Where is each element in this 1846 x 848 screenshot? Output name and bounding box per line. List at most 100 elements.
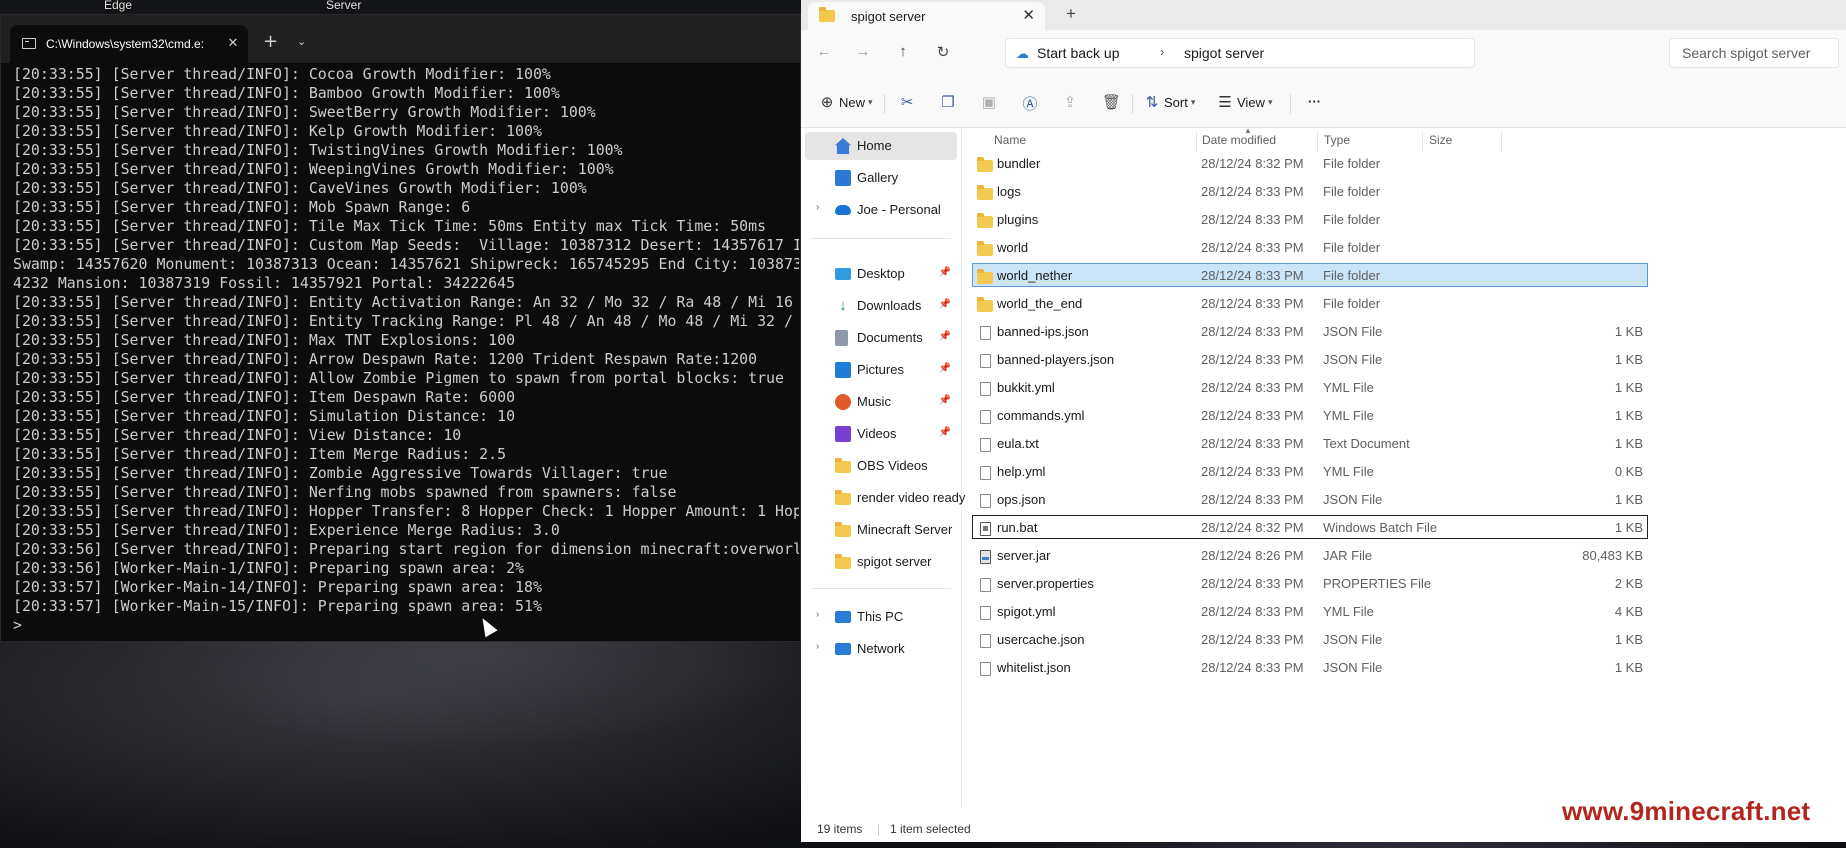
close-tab-icon[interactable]: ✕ [224, 34, 242, 52]
file-date-modified: 28/12/24 8:33 PM [1201, 212, 1304, 227]
file-row[interactable]: server.jar 28/12/24 8:26 PM JAR File 80,483… [972, 543, 1648, 567]
sidebar-item-videos[interactable]: Videos 📌 [805, 420, 957, 448]
file-row[interactable]: ops.json 28/12/24 8:33 PM JSON File 1 KB [972, 487, 1648, 511]
file-row[interactable]: plugins 28/12/24 8:33 PM File folder [972, 207, 1648, 231]
view-button[interactable]: ☰ View ▾ [1216, 93, 1272, 113]
file-row[interactable]: usercache.json 28/12/24 8:33 PM JSON File 1… [972, 627, 1648, 651]
file-row[interactable]: eula.txt 28/12/24 8:33 PM Text Document 1 K… [972, 431, 1648, 455]
file-row[interactable]: banned-ips.json 28/12/24 8:33 PM JSON File… [972, 319, 1648, 343]
file-icon [977, 381, 993, 396]
search-input[interactable]: Search spigot server [1669, 38, 1839, 68]
sidebar-item-downloads[interactable]: ↓ Downloads 📌 [805, 292, 957, 320]
sidebar-item-network[interactable]: › Network [805, 635, 957, 663]
chevron-right-icon[interactable]: › [816, 641, 819, 652]
terminal-window: C:\Windows\system32\cmd.e: ✕ + ⌄ [20:33:… [0, 14, 801, 642]
rename-button[interactable]: Ⓐ [1021, 93, 1039, 113]
column-divider [1196, 132, 1197, 152]
file-type: YML File [1323, 464, 1374, 479]
file-row[interactable]: help.yml 28/12/24 8:33 PM YML File 0 KB [972, 459, 1648, 483]
breadcrumb[interactable]: ☁ Start back up › spigot server [1005, 38, 1475, 68]
file-row[interactable]: commands.yml 28/12/24 8:33 PM YML File 1 KB [972, 403, 1648, 427]
desktop-icon-label-edge[interactable]: Edge [104, 0, 132, 12]
sidebar-item-onedrive[interactable]: › Joe - Personal [805, 196, 957, 224]
file-name: ops.json [997, 492, 1046, 507]
file-row[interactable]: world_the_end 28/12/24 8:33 PM File folder [972, 291, 1648, 315]
file-type: JSON File [1323, 352, 1383, 367]
column-header-size[interactable]: Size [1429, 133, 1452, 151]
terminal-output[interactable]: [20:33:55] [Server thread/INFO]: Cocoa G… [13, 65, 799, 639]
sidebar-item-pictures[interactable]: Pictures 📌 [805, 356, 957, 384]
file-row[interactable]: banned-players.json 28/12/24 8:33 PM JSON … [972, 347, 1648, 371]
paste-button[interactable]: ▣ [980, 93, 998, 113]
close-tab-icon[interactable]: ✕ [1022, 6, 1035, 24]
forward-arrow-icon[interactable]: → [853, 43, 873, 60]
more-options-button[interactable]: ··· [1305, 93, 1321, 113]
pin-icon: 📌 [938, 331, 951, 342]
chevron-right-icon[interactable]: › [816, 609, 819, 620]
file-row[interactable]: spigot.yml 28/12/24 8:33 PM YML File 4 KB [972, 599, 1648, 623]
refresh-icon[interactable]: ↻ [933, 43, 953, 61]
new-tab-plus-icon[interactable]: + [263, 33, 278, 51]
breadcrumb-spigot-server[interactable]: spigot server [1184, 45, 1264, 61]
desktop-icon-label-server[interactable]: Server [326, 0, 361, 12]
share-button[interactable]: ⇪ [1061, 93, 1079, 113]
file-name: world_the_end [997, 296, 1083, 311]
copy-button[interactable]: ❐ [939, 93, 957, 113]
file-name: world_nether [997, 268, 1073, 283]
chevron-right-icon[interactable]: › [1160, 44, 1164, 59]
rename-icon: Ⓐ [1022, 96, 1038, 113]
terminal-line: [20:33:55] [Server thread/INFO]: Item De… [13, 388, 516, 406]
sidebar-item-desktop[interactable]: Desktop 📌 [805, 260, 957, 288]
delete-button[interactable]: 🗑 [1102, 93, 1121, 113]
breadcrumb-start-back-up[interactable]: Start back up [1037, 45, 1120, 61]
chevron-down-icon[interactable]: ⌄ [297, 35, 306, 48]
file-row[interactable]: world 28/12/24 8:33 PM File folder [972, 235, 1648, 259]
explorer-tab-strip: spigot server ✕ + [801, 0, 1846, 30]
sidebar-item-spigot-server[interactable]: spigot server [805, 548, 957, 576]
music-icon [835, 394, 851, 410]
file-type: Text Document [1323, 436, 1410, 451]
new-button[interactable]: ⊕ New ▾ [818, 93, 873, 113]
sidebar-item-home[interactable]: Home [805, 132, 957, 160]
file-size: 1 KB [1614, 520, 1643, 535]
up-arrow-icon[interactable]: ↑ [893, 43, 913, 60]
terminal-line: [20:33:55] [Server thread/INFO]: Weeping… [13, 160, 614, 178]
sidebar-item-obs-videos[interactable]: OBS Videos [805, 452, 957, 480]
explorer-tab[interactable]: spigot server ✕ [808, 2, 1045, 30]
cut-button[interactable]: ✂ [898, 93, 916, 113]
column-header-type[interactable]: Type [1324, 133, 1350, 151]
address-bar-row: ← → ↑ ↻ ☁ Start back up › spigot server … [801, 30, 1846, 76]
column-header-date-modified[interactable]: Date modified [1202, 133, 1276, 151]
sort-button[interactable]: ⇅ Sort ▾ [1143, 93, 1196, 113]
sidebar-item-minecraft-server[interactable]: Minecraft Server [805, 516, 957, 544]
chevron-down-icon: ▾ [868, 96, 873, 107]
terminal-tab[interactable]: C:\Windows\system32\cmd.e: ✕ [10, 25, 248, 63]
file-row[interactable]: bundler 28/12/24 8:32 PM File folder [972, 151, 1648, 175]
back-arrow-icon[interactable]: ← [814, 43, 834, 60]
column-header-name[interactable]: Name [994, 133, 1026, 151]
plus-circle-icon: ⊕ [820, 94, 834, 111]
file-row[interactable]: server.properties 28/12/24 8:33 PM PROPERT… [972, 571, 1648, 595]
cmd-icon [22, 38, 36, 49]
sidebar-item-gallery[interactable]: Gallery [805, 164, 957, 192]
file-size: 4 KB [1614, 604, 1643, 619]
sidebar-item-documents[interactable]: Documents 📌 [805, 324, 957, 352]
file-row[interactable]: world_nether 28/12/24 8:33 PM File folder [972, 263, 1648, 287]
chevron-down-icon: ▾ [1190, 96, 1196, 107]
file-row[interactable]: whitelist.json 28/12/24 8:33 PM JSON File 1… [972, 655, 1648, 679]
terminal-line: [20:33:55] [Server thread/INFO]: Custom … [13, 236, 799, 254]
file-row[interactable]: run.bat 28/12/24 8:32 PM Windows Batch Fil… [972, 515, 1648, 539]
chevron-right-icon[interactable]: › [816, 202, 819, 213]
file-row[interactable]: logs 28/12/24 8:33 PM File folder [972, 179, 1648, 203]
terminal-line: > [13, 616, 22, 634]
file-icon [977, 577, 993, 592]
sidebar-item-music[interactable]: Music 📌 [805, 388, 957, 416]
sidebar-item-this-pc[interactable]: › This PC [805, 603, 957, 631]
file-date-modified: 28/12/24 8:33 PM [1201, 380, 1304, 395]
folder-icon [977, 157, 993, 172]
sidebar-item-render-video-ready[interactable]: render video ready [805, 484, 965, 512]
file-size: 2 KB [1614, 576, 1643, 591]
file-row[interactable]: bukkit.yml 28/12/24 8:33 PM YML File 1 KB [972, 375, 1648, 399]
new-tab-plus-icon[interactable]: + [1066, 4, 1076, 24]
folder-icon [835, 554, 851, 570]
